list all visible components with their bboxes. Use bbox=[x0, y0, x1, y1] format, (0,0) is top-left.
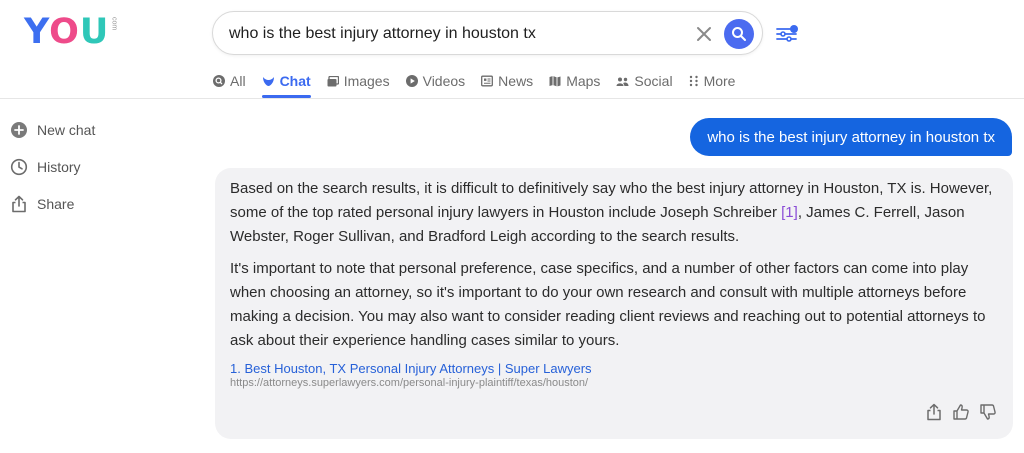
dots-grid-icon bbox=[689, 75, 698, 87]
tab-chat[interactable]: Chat bbox=[261, 70, 311, 98]
sidebar-item-label: History bbox=[37, 159, 81, 175]
clear-icon[interactable] bbox=[694, 24, 714, 44]
tab-label: Chat bbox=[279, 73, 311, 89]
sidebar-item-new-chat[interactable]: New chat bbox=[10, 118, 95, 142]
logo-letter-y: Y bbox=[24, 12, 50, 52]
logo-letter-o: O bbox=[49, 12, 80, 52]
tab-label: Maps bbox=[566, 73, 601, 89]
tab-images[interactable]: Images bbox=[327, 70, 390, 92]
tab-label: All bbox=[230, 73, 246, 89]
user-message-bubble: who is the best injury attorney in houst… bbox=[690, 118, 1012, 156]
tab-news[interactable]: News bbox=[481, 70, 533, 92]
logo-letter-u: U bbox=[79, 12, 110, 52]
source-link[interactable]: 1. Best Houston, TX Personal Injury Atto… bbox=[230, 361, 997, 377]
images-icon bbox=[327, 75, 339, 86]
tab-videos[interactable]: Videos bbox=[405, 70, 466, 92]
answer-actions bbox=[925, 403, 997, 421]
thumbs-up-icon[interactable] bbox=[952, 403, 970, 421]
tab-label: News bbox=[498, 73, 534, 89]
logo-suffix: com bbox=[110, 17, 118, 31]
sidebar: New chat History Share bbox=[10, 118, 95, 229]
search-icon bbox=[213, 75, 225, 87]
search-button[interactable] bbox=[724, 19, 754, 49]
search-tabs: All Chat Images Videos News Maps Social … bbox=[213, 70, 751, 98]
tab-social[interactable]: Social bbox=[616, 70, 673, 92]
search-bar bbox=[212, 11, 763, 55]
share-icon[interactable] bbox=[925, 403, 943, 421]
tab-label: Images bbox=[343, 73, 390, 89]
sidebar-item-history[interactable]: History bbox=[10, 155, 95, 179]
logo-text: YOU bbox=[24, 14, 109, 50]
tab-maps[interactable]: Maps bbox=[549, 70, 600, 92]
citation-link[interactable]: [1] bbox=[781, 204, 798, 221]
sidebar-item-label: Share bbox=[37, 196, 75, 212]
search-icon bbox=[732, 27, 746, 41]
chat-icon bbox=[262, 77, 274, 86]
plus-circle-icon bbox=[11, 122, 27, 138]
assistant-answer-card: Based on the search results, it is diffi… bbox=[215, 168, 1013, 439]
tab-label: More bbox=[703, 73, 736, 89]
tab-more[interactable]: More bbox=[689, 70, 736, 92]
source-url: https://attorneys.superlawyers.com/perso… bbox=[230, 377, 589, 389]
tab-all[interactable]: All bbox=[213, 70, 246, 92]
sidebar-item-share[interactable]: Share bbox=[10, 192, 95, 216]
answer-paragraph: Based on the search results, it is diffi… bbox=[230, 177, 997, 249]
you-logo[interactable]: YOU com bbox=[24, 14, 117, 50]
search-input[interactable] bbox=[229, 22, 669, 46]
map-icon bbox=[549, 76, 561, 87]
people-icon bbox=[616, 77, 629, 86]
settings-sliders-icon[interactable] bbox=[776, 22, 800, 44]
sidebar-item-label: New chat bbox=[37, 122, 96, 138]
header-divider bbox=[0, 98, 1024, 99]
history-icon bbox=[10, 158, 28, 176]
news-icon bbox=[481, 75, 494, 87]
answer-paragraph: It's important to note that personal pre… bbox=[230, 260, 986, 349]
play-icon bbox=[405, 75, 418, 87]
tab-label: Social bbox=[634, 73, 673, 89]
tab-label: Videos bbox=[422, 73, 466, 89]
share-icon bbox=[12, 195, 26, 213]
thumbs-down-icon[interactable] bbox=[979, 403, 997, 421]
